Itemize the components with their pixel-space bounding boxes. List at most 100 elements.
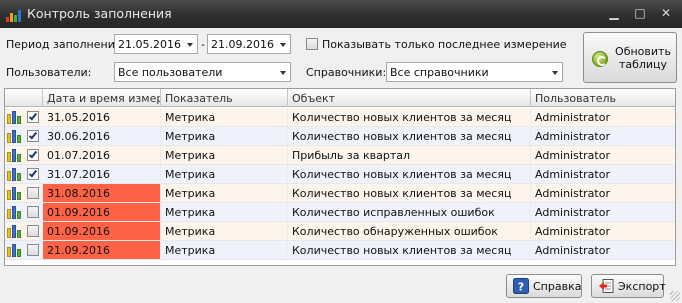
cell-date: 01.09.2016: [43, 203, 161, 221]
row-checkbox[interactable]: [27, 111, 39, 123]
date-from-value: 21.05.2016: [118, 38, 181, 51]
cell-user: Administrator: [531, 241, 675, 259]
chevron-down-icon[interactable]: [280, 43, 286, 47]
cell-date: 30.06.2016: [43, 127, 161, 145]
close-icon[interactable]: ✕: [655, 4, 677, 24]
checkmark-icon: [28, 111, 38, 121]
filter-panel: Период заполнения: 21.05.2016 - 21.09.20…: [0, 28, 682, 88]
export-label: Экспорт: [618, 280, 666, 293]
cell-date: 31.07.2016: [43, 165, 161, 183]
table-header: Дата и время измер… Показатель Объект По…: [5, 89, 675, 107]
svg-text:?: ?: [518, 281, 524, 294]
minimize-icon[interactable]: ▁: [603, 4, 625, 24]
cell-date: 01.07.2016: [43, 146, 161, 164]
date-to-value: 21.09.2016: [211, 38, 274, 51]
chevron-down-icon[interactable]: [280, 71, 286, 75]
cell-user: Administrator: [531, 127, 675, 145]
chevron-down-icon[interactable]: [552, 71, 558, 75]
date-separator: -: [201, 38, 205, 51]
cell-indicator: Метрика: [161, 108, 288, 126]
bar-chart-icon: [7, 205, 22, 219]
bar-chart-icon: [7, 148, 22, 162]
control-window: Контроль заполнения ▁ □ ✕ Период заполне…: [0, 0, 682, 303]
cell-object: Прибыль за квартал: [288, 146, 531, 164]
cell-indicator: Метрика: [161, 165, 288, 183]
cell-user: Administrator: [531, 146, 675, 164]
cell-object: Количество новых клиентов за месяц: [288, 184, 531, 202]
refresh-label-line1: Обновить: [615, 45, 671, 58]
export-button[interactable]: Экспорт: [591, 274, 666, 298]
checkmark-icon: [28, 130, 38, 140]
bottom-bar: ? Справка Экспорт: [0, 266, 682, 303]
help-label: Справка: [533, 280, 582, 293]
cell-user: Administrator: [531, 165, 675, 183]
cell-indicator: Метрика: [161, 146, 288, 164]
bar-chart-icon: [7, 129, 22, 143]
refresh-label: Обновить таблицу: [610, 45, 676, 71]
bar-chart-icon: [7, 224, 22, 238]
refresh-label-line2: таблицу: [618, 58, 668, 71]
row-checkbox[interactable]: [27, 225, 39, 237]
table-row[interactable]: 30.06.2016 Метрика Количество новых клиент…: [5, 127, 675, 146]
row-checkbox[interactable]: [27, 244, 39, 256]
refs-select[interactable]: Все справочники: [386, 62, 563, 82]
help-icon: ?: [513, 278, 529, 294]
table-row[interactable]: 21.09.2016 Метрика Количество новых клиент…: [5, 241, 675, 260]
bar-chart-icon: [7, 243, 22, 257]
header-date[interactable]: Дата и время измер…: [43, 89, 161, 107]
users-label: Пользователи:: [6, 66, 92, 79]
table-row[interactable]: 01.09.2016 Метрика Количество обнаруженных…: [5, 222, 675, 241]
last-only-checkbox[interactable]: [306, 38, 318, 50]
cell-date: 21.09.2016: [43, 241, 161, 259]
header-indicator[interactable]: Показатель: [161, 89, 288, 107]
date-to-picker[interactable]: 21.09.2016: [207, 34, 291, 54]
cell-user: Administrator: [531, 184, 675, 202]
cell-date: 31.08.2016: [43, 184, 161, 202]
title-bar[interactable]: Контроль заполнения ▁ □ ✕: [0, 0, 682, 28]
help-button[interactable]: ? Справка: [506, 274, 582, 298]
cell-user: Administrator: [531, 108, 675, 126]
table-row[interactable]: 01.09.2016 Метрика Количество исправленных…: [5, 203, 675, 222]
bar-chart-icon: [7, 186, 22, 200]
cell-date: 01.09.2016: [43, 222, 161, 240]
cell-date: 31.05.2016: [43, 108, 161, 126]
resize-grip[interactable]: [670, 291, 680, 301]
cell-object: Количество исправленных ошибок: [288, 203, 531, 221]
date-from-picker[interactable]: 21.05.2016: [114, 34, 198, 54]
refs-value: Все справочники: [390, 66, 489, 79]
cell-indicator: Метрика: [161, 203, 288, 221]
cell-object: Количество новых клиентов за месяц: [288, 241, 531, 259]
row-checkbox[interactable]: [27, 187, 39, 199]
cell-indicator: Метрика: [161, 184, 288, 202]
checkmark-icon: [28, 149, 38, 159]
last-only-label[interactable]: Показывать только последнее измерение: [322, 38, 567, 51]
table-row[interactable]: 01.07.2016 Метрика Прибыль за квартал Admin…: [5, 146, 675, 165]
users-select[interactable]: Все пользователи: [114, 62, 291, 82]
row-checkbox[interactable]: [27, 130, 39, 142]
table-row[interactable]: 31.05.2016 Метрика Количество новых клиент…: [5, 108, 675, 127]
table-row[interactable]: 31.07.2016 Метрика Количество новых клиент…: [5, 165, 675, 184]
row-checkbox[interactable]: [27, 206, 39, 218]
row-checkbox[interactable]: [27, 168, 39, 180]
cell-indicator: Метрика: [161, 241, 288, 259]
chevron-down-icon[interactable]: [187, 43, 193, 47]
cell-indicator: Метрика: [161, 127, 288, 145]
maximize-icon[interactable]: □: [629, 4, 651, 24]
bar-chart-icon: [7, 167, 22, 181]
header-user[interactable]: Пользователь: [531, 89, 675, 107]
bar-chart-icon: [6, 8, 22, 22]
period-label: Период заполнения:: [6, 38, 126, 51]
cell-object: Количество новых клиентов за месяц: [288, 127, 531, 145]
cell-user: Administrator: [531, 222, 675, 240]
header-select[interactable]: [5, 89, 43, 107]
window-title: Контроль заполнения: [27, 6, 172, 21]
header-object[interactable]: Объект: [288, 89, 531, 107]
bar-chart-icon: [7, 110, 22, 124]
cell-indicator: Метрика: [161, 222, 288, 240]
row-checkbox[interactable]: [27, 149, 39, 161]
checkmark-icon: [28, 168, 38, 178]
table-row[interactable]: 31.08.2016 Метрика Количество новых клиент…: [5, 184, 675, 203]
cell-user: Administrator: [531, 203, 675, 221]
refresh-table-button[interactable]: Обновить таблицу: [583, 32, 677, 83]
refs-label: Справочники:: [306, 66, 387, 79]
